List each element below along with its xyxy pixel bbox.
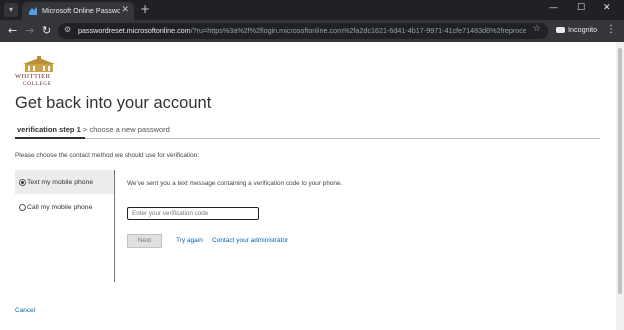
step-divider <box>15 138 600 139</box>
method-option-text[interactable]: Text my mobile phone <box>15 170 114 194</box>
maximize-window-icon[interactable]: ☐ <box>577 3 585 13</box>
tab-search-button[interactable]: ▾ <box>4 3 18 17</box>
tab-close-icon[interactable]: ✕ <box>121 5 129 15</box>
radio-text-my-mobile[interactable] <box>19 179 26 186</box>
address-bar[interactable]: ⚙ passwordreset.microsoftonline.com/?ru=… <box>58 23 548 39</box>
method-label-call: Call my mobile phone <box>27 204 93 211</box>
close-window-icon[interactable]: ✕ <box>603 3 611 13</box>
try-again-link[interactable]: Try again <box>176 237 203 244</box>
url-path: /?ru=https%3a%2f%2flogin.microsoftonline… <box>190 26 526 35</box>
code-sent-message: We've sent you a text message containing… <box>127 180 343 187</box>
next-button[interactable]: Next <box>127 234 162 248</box>
step-breadcrumb: verification step 1 > choose a new passw… <box>17 125 170 134</box>
method-option-call[interactable]: Call my mobile phone <box>15 200 114 224</box>
site-info-icon[interactable]: ⚙ <box>64 25 71 34</box>
contact-administrator-link[interactable]: Contact your administrator <box>212 237 288 244</box>
step-next-label: choose a new password <box>89 125 170 134</box>
browser-tab[interactable]: Microsoft Online Password Rese ✕ <box>22 2 134 20</box>
incognito-label: Incognito <box>568 25 598 34</box>
contact-method-panel: Text my mobile phone Call my mobile phon… <box>15 170 115 282</box>
page-title: Get back into your account <box>15 94 212 112</box>
instructions-text: Please choose the contact method we shou… <box>15 152 200 159</box>
browser-toolbar: ← → ↻ ⚙ passwordreset.microsoftonline.co… <box>0 20 624 42</box>
forward-arrow-icon[interactable]: → <box>25 24 34 38</box>
bookmark-star-icon[interactable]: ☆ <box>533 24 541 34</box>
new-tab-button[interactable]: + <box>140 2 150 16</box>
page-scrollbar[interactable] <box>616 42 624 330</box>
address-url[interactable]: passwordreset.microsoftonline.com/?ru=ht… <box>78 26 526 35</box>
logo-wordmark-line1: WHITTIER <box>15 73 51 80</box>
logo-wordmark-line2: COLLEGE <box>23 81 52 87</box>
method-label-text: Text my mobile phone <box>27 179 94 186</box>
microsoft-favicon-icon <box>29 7 37 15</box>
tab-title: Microsoft Online Password Rese <box>42 6 120 15</box>
incognito-icon <box>556 27 565 33</box>
minimize-window-icon[interactable]: — <box>549 3 558 13</box>
cancel-link[interactable]: Cancel <box>15 307 35 314</box>
url-host: passwordreset.microsoftonline.com <box>78 26 191 35</box>
reload-icon[interactable]: ↻ <box>42 24 51 38</box>
browser-menu-icon[interactable]: ⋮ <box>606 24 616 35</box>
incognito-badge[interactable]: Incognito <box>556 25 597 34</box>
back-arrow-icon[interactable]: ← <box>8 24 17 38</box>
browser-tab-bar: ▾ Microsoft Online Password Rese ✕ + — ☐… <box>0 0 624 20</box>
verification-code-input[interactable] <box>127 207 259 220</box>
scrollbar-thumb[interactable] <box>618 48 622 294</box>
step-separator: > <box>82 125 88 134</box>
radio-call-my-mobile[interactable] <box>19 204 26 211</box>
step-progress-indicator <box>15 137 85 139</box>
step-active-label: verification step 1 <box>17 125 81 134</box>
